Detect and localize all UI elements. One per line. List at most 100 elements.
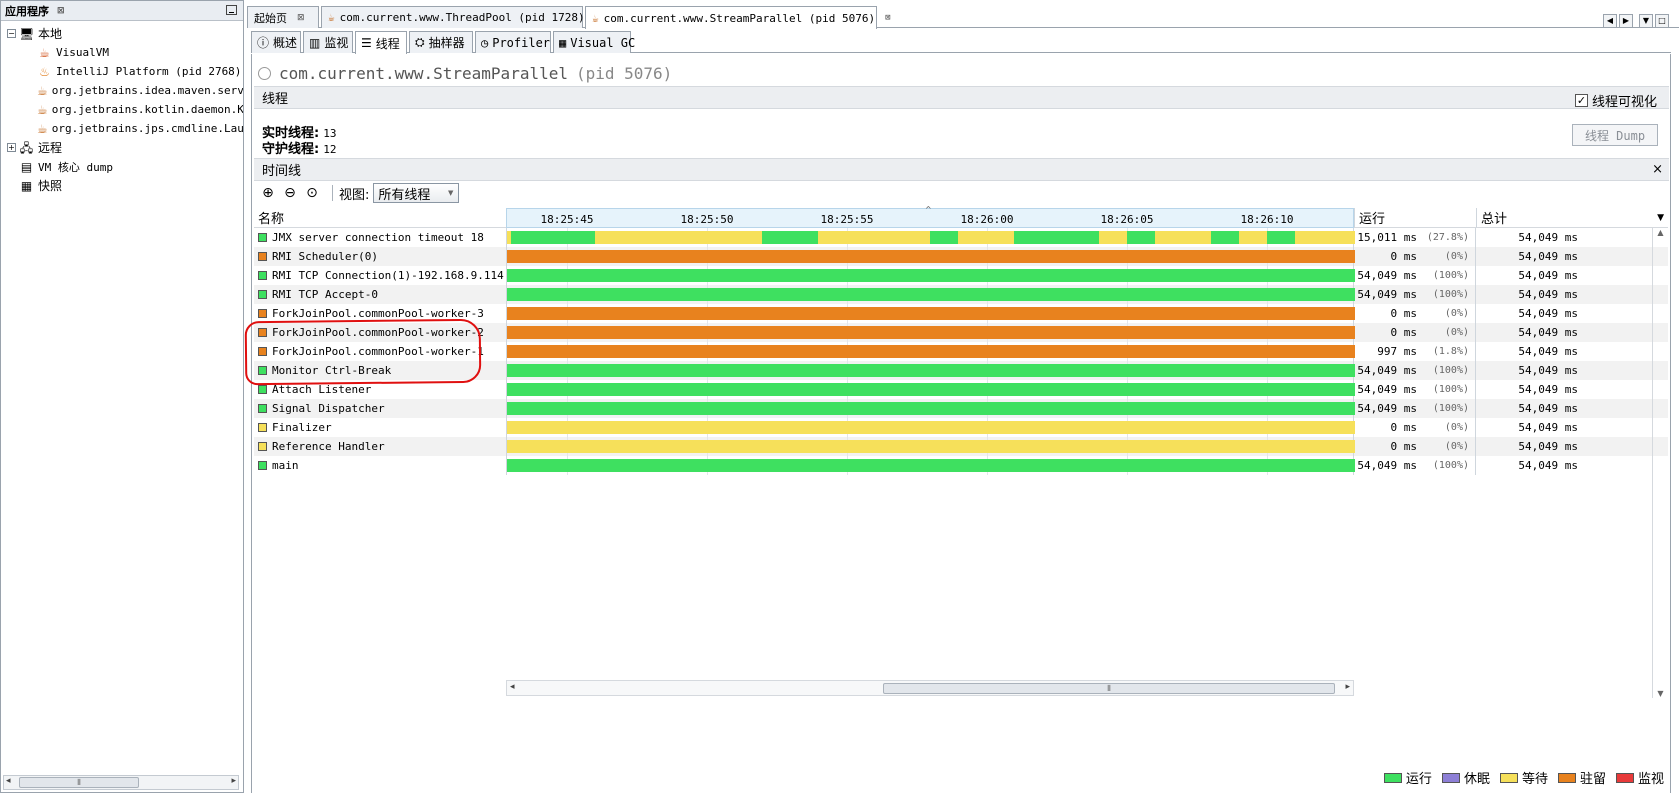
vertical-scrollbar[interactable]: ▲ ▼ <box>1652 228 1668 698</box>
sampler-icon: ⛭ <box>415 35 425 49</box>
thread-dump-button[interactable]: 线程 Dump <box>1572 124 1658 146</box>
minimize-icon[interactable] <box>226 5 237 15</box>
tree-node-remote[interactable]: + 🖧 远程 <box>1 138 243 157</box>
scroll-right-icon[interactable]: ▸ <box>1345 682 1350 692</box>
applications-panel-header: 应用程序 ⊠ <box>1 1 243 21</box>
scroll-thumb[interactable]: ⦀ <box>19 777 139 788</box>
table-row[interactable]: RMI TCP Accept-0 54,049 ms (100%) 54,049 ms <box>254 285 1668 304</box>
tab-monitor[interactable]: ▥ 监视 <box>303 31 353 53</box>
scroll-right-icon[interactable]: ▸ <box>231 776 236 786</box>
thread-state-swatch <box>258 404 267 413</box>
visualize-threads-checkbox[interactable]: ✓ 线程可视化 <box>1574 91 1657 110</box>
close-icon[interactable]: ⊠ <box>885 13 890 23</box>
table-row[interactable]: Reference Handler 0 ms (0%) 54,049 ms <box>254 437 1668 456</box>
tab-label: Profiler <box>492 35 551 50</box>
running-percent: (100%) <box>1432 384 1469 395</box>
thread-state-swatch <box>258 461 267 470</box>
running-time-cell: 0 ms (0%) <box>1354 304 1476 323</box>
running-percent: (0%) <box>1444 327 1469 338</box>
scroll-tabs-right-icon[interactable]: ▶ <box>1619 14 1633 28</box>
view-select[interactable]: 所有线程 <box>373 183 460 203</box>
tab-threads[interactable]: ☰ 线程 <box>355 31 407 54</box>
tab-profiler[interactable]: ◷ Profiler <box>475 31 551 53</box>
table-row[interactable]: JMX server connection timeout 18 15,011 m… <box>254 228 1668 247</box>
application-tree: − 🖥 本地 ☕ VisualVM ♨ IntelliJ Platform (p… <box>1 21 243 195</box>
tab-list-icon[interactable]: ▼ <box>1639 14 1653 28</box>
table-row[interactable]: Signal Dispatcher 54,049 ms (100%) 54,049 m… <box>254 399 1668 418</box>
table-row[interactable]: RMI TCP Connection(1)-192.168.9.114 54,04… <box>254 266 1668 285</box>
page-title: com.current.www.StreamParallel (pid 5076… <box>258 62 672 84</box>
toolbar-divider <box>332 185 333 201</box>
running-time-value: 0 ms <box>1390 250 1418 263</box>
tree-node-vm-coredump[interactable]: ▤ VM 核心 dump <box>1 157 243 176</box>
legend-label: 等待 <box>1521 772 1548 787</box>
scroll-thumb[interactable]: ⦀ <box>883 683 1335 694</box>
running-time-value: 15,011 ms <box>1357 231 1417 244</box>
zoom-out-icon[interactable]: ⊖ <box>282 185 298 201</box>
tab-label: 概述 <box>273 36 298 50</box>
running-time-value: 0 ms <box>1390 440 1418 453</box>
tab-visual-gc[interactable]: ▦ Visual GC <box>553 31 635 53</box>
zoom-in-icon[interactable]: ⊕ <box>260 185 276 201</box>
close-icon[interactable]: ⊠ <box>297 13 305 23</box>
legend-item: 驻留 <box>1557 768 1606 787</box>
tree-node-kotlin-daemon[interactable]: ☕ org.jetbrains.kotlin.daemon.Kot <box>1 100 243 119</box>
scroll-down-icon[interactable]: ▼ <box>1653 689 1668 698</box>
close-icon[interactable]: ⊠ <box>57 6 65 16</box>
tree-node-snapshots[interactable]: ▦ 快照 <box>1 176 243 195</box>
tab-threadpool[interactable]: ☕ com.current.www.ThreadPool (pid 1728) … <box>321 6 600 28</box>
thread-timeline-cell <box>506 247 1355 266</box>
running-time-cell: 15,011 ms (27.8%) <box>1354 228 1476 247</box>
checkbox-checked-icon[interactable]: ✓ <box>1574 94 1588 107</box>
main-area: 起始页 ⊠ ☕ com.current.www.ThreadPool (pid … <box>247 0 1679 793</box>
running-time-cell: 54,049 ms (100%) <box>1354 380 1476 399</box>
expand-icon[interactable]: + <box>7 143 16 152</box>
thread-state-swatch <box>258 423 267 432</box>
thread-timeline-cell <box>506 342 1355 361</box>
collapse-icon[interactable]: − <box>7 29 16 38</box>
scroll-tabs-left-icon[interactable]: ◀ <box>1603 14 1617 28</box>
tree-node-label: 本地 <box>38 27 63 41</box>
running-time-value: 0 ms <box>1390 421 1418 434</box>
tab-streamparallel[interactable]: ☕ com.current.www.StreamParallel (pid 50… <box>585 6 891 29</box>
close-icon[interactable]: × <box>1652 162 1663 177</box>
table-row[interactable]: main 54,049 ms (100%) 54,049 ms <box>254 456 1668 475</box>
thread-state-bar <box>1239 231 1267 244</box>
scroll-left-icon[interactable]: ◂ <box>6 776 11 786</box>
left-horizontal-scrollbar[interactable]: ◂ ⦀ ▸ <box>3 775 239 790</box>
column-header-total[interactable]: 总计 ▼ <box>1476 208 1668 228</box>
timeline-horizontal-scrollbar[interactable]: ◂ ⦀ ▸ <box>506 680 1354 696</box>
state-legend: 运行 休眠 等待 驻留 监视 <box>1383 768 1664 787</box>
thread-state-bar <box>507 364 1355 377</box>
tab-overview[interactable]: ⓘ 概述 <box>251 31 301 53</box>
running-time-cell: 0 ms (0%) <box>1354 418 1476 437</box>
thread-state-swatch <box>258 385 267 394</box>
thread-name-cell: RMI TCP Accept-0 <box>254 285 506 304</box>
running-time-value: 54,049 ms <box>1357 364 1417 377</box>
scroll-left-icon[interactable]: ◂ <box>510 682 515 692</box>
thread-state-bar <box>1155 231 1211 244</box>
thread-state-bar <box>930 231 958 244</box>
timeline-marker-icon[interactable]: ^ <box>925 205 932 214</box>
tree-node-visualvm[interactable]: ☕ VisualVM <box>1 43 243 62</box>
column-header-running[interactable]: 运行 <box>1354 208 1476 228</box>
tab-sampler[interactable]: ⛭ 抽样器 <box>409 31 473 53</box>
tree-node-intellij[interactable]: ♨ IntelliJ Platform (pid 2768) <box>1 62 243 81</box>
column-header-total-label: 总计 <box>1481 212 1508 227</box>
table-row[interactable]: Finalizer 0 ms (0%) 54,049 ms <box>254 418 1668 437</box>
tab-start-page[interactable]: 起始页 ⊠ <box>247 6 319 28</box>
tree-node-local[interactable]: − 🖥 本地 <box>1 24 243 43</box>
table-row[interactable]: Attach Listener 54,049 ms (100%) 54,049 ms <box>254 380 1668 399</box>
scroll-up-icon[interactable]: ▲ <box>1653 228 1668 237</box>
clock-icon: ◷ <box>481 35 489 50</box>
column-header-name[interactable]: 名称 <box>254 208 506 228</box>
tree-node-maven-server[interactable]: ☕ org.jetbrains.idea.maven.server <box>1 81 243 100</box>
table-row[interactable]: RMI Scheduler(0) 0 ms (0%) 54,049 ms <box>254 247 1668 266</box>
tree-node-jps-launcher[interactable]: ☕ org.jetbrains.jps.cmdline.Launc <box>1 119 243 138</box>
column-menu-icon[interactable]: ▼ <box>1657 213 1664 223</box>
maximize-icon[interactable]: □ <box>1655 14 1669 28</box>
running-time-value: 54,049 ms <box>1357 269 1417 282</box>
thread-timeline-cell <box>506 380 1355 399</box>
running-time-value: 54,049 ms <box>1357 402 1417 415</box>
zoom-fit-icon[interactable]: ⊙ <box>304 185 320 201</box>
